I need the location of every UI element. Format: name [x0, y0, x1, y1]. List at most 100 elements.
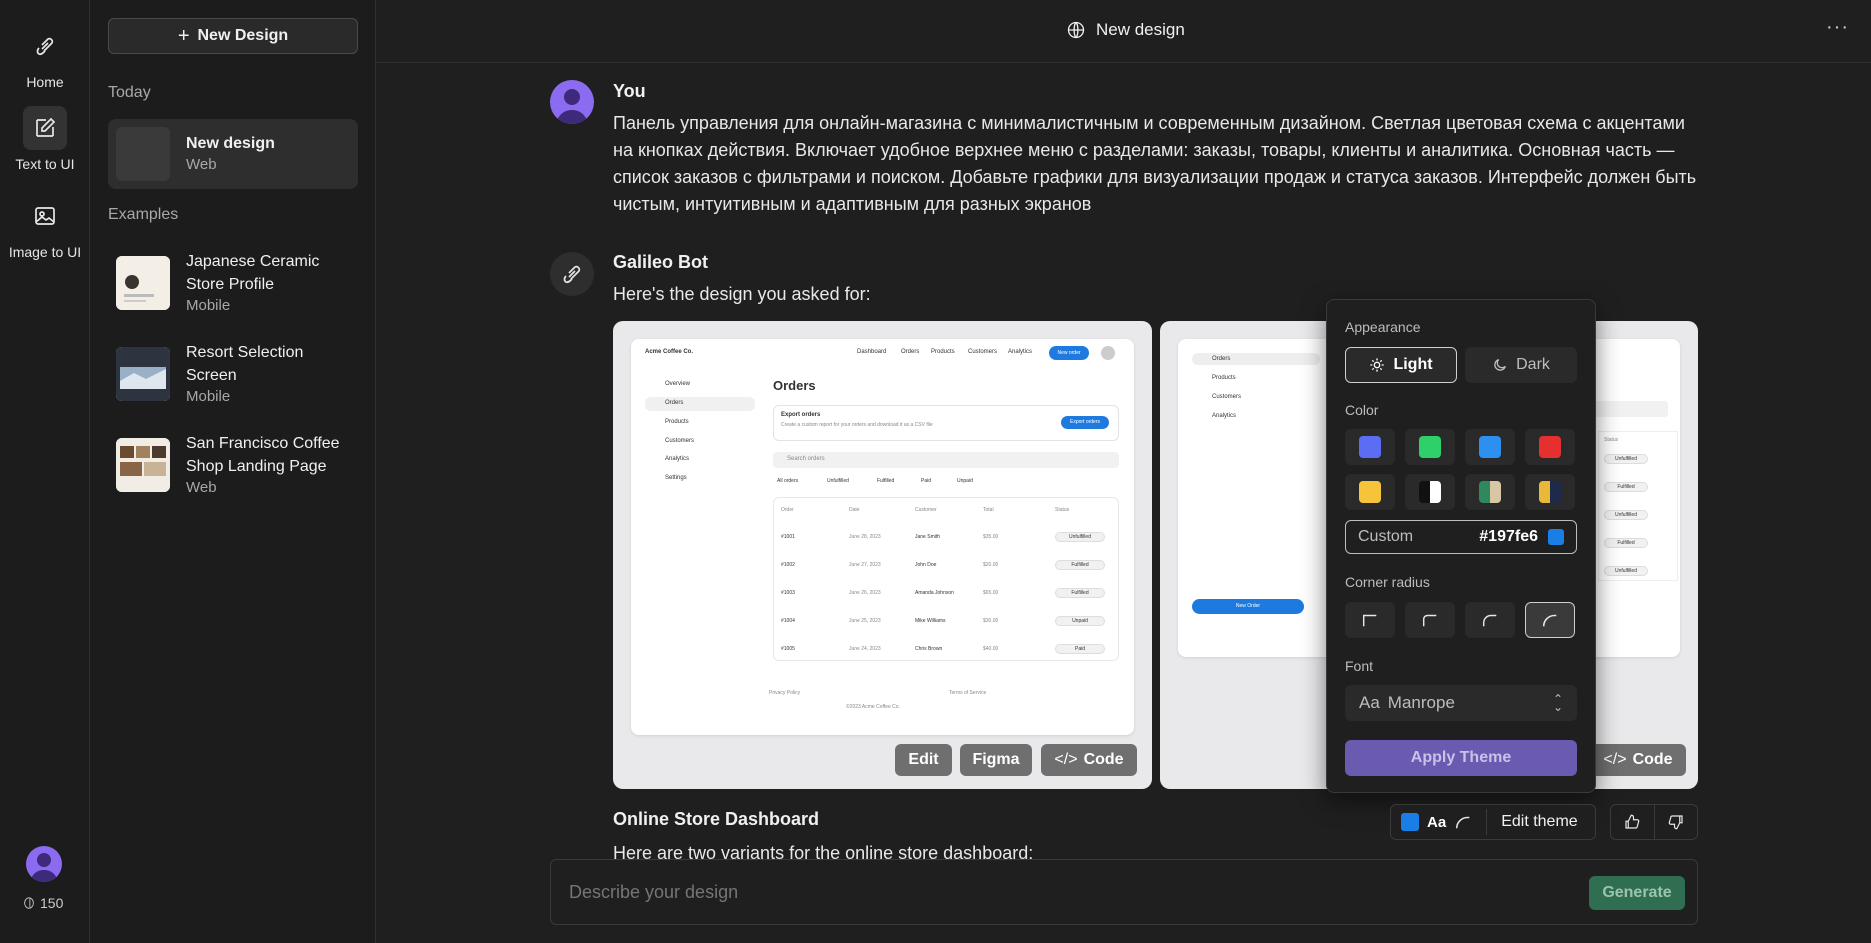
- code-button[interactable]: </> Code: [1041, 744, 1137, 776]
- corner-radius-medium[interactable]: [1465, 602, 1515, 638]
- preview-filter: Unpaid: [957, 478, 973, 484]
- preview-export-sub: Create a custom report for your orders a…: [781, 422, 933, 428]
- edit-button[interactable]: Edit: [895, 744, 952, 776]
- figma-button[interactable]: Figma: [960, 744, 1032, 776]
- user-message-avatar: [550, 80, 594, 124]
- user-avatar[interactable]: [26, 846, 62, 882]
- preview-side-item: Orders: [665, 400, 684, 406]
- edit-icon: [23, 106, 67, 150]
- custom-label: Custom: [1358, 528, 1414, 545]
- galileo-logo-icon: [563, 265, 581, 284]
- font-value: Manrope: [1387, 693, 1455, 712]
- bot-name: Galileo Bot: [613, 252, 709, 272]
- dark-mode-button[interactable]: Dark: [1465, 347, 1577, 383]
- apply-theme-button[interactable]: Apply Theme: [1345, 740, 1577, 776]
- color-swatch-blue[interactable]: [1465, 429, 1515, 465]
- plus-icon: +: [177, 24, 190, 47]
- preview-search-placeholder: Search orders: [787, 456, 825, 462]
- preview-cell: June 25, 2023: [849, 618, 881, 624]
- color-swatch-red[interactable]: [1525, 429, 1575, 465]
- theme-color-chip: [1401, 813, 1419, 831]
- history-item[interactable]: New design Web: [108, 119, 358, 189]
- preview-cell: #1003: [781, 590, 795, 596]
- preview-copyright: ©2023 Acme Coffee Co.: [846, 704, 900, 710]
- color-label: Color: [1345, 402, 1379, 418]
- preview-status: Fulfilled: [1604, 538, 1648, 548]
- example-item[interactable]: Japanese Ceramic Store Profile Mobile: [108, 250, 358, 316]
- preview-cell: Amanda Johnson: [915, 590, 954, 596]
- preview-status: Unfulfilled: [1055, 532, 1105, 542]
- preview-cell: $35.00: [983, 534, 999, 540]
- preview-cell: Mike Williams: [915, 618, 946, 624]
- preview-nav-item: Customers: [968, 349, 998, 355]
- preview-col: Status: [1604, 437, 1619, 443]
- preview-status: Fulfilled: [1055, 588, 1105, 598]
- font-label: Font: [1345, 658, 1374, 674]
- color-swatch-gold-navy[interactable]: [1525, 474, 1575, 510]
- credits-counter: 150: [22, 895, 63, 911]
- preview-cell: June 26, 2023: [849, 590, 881, 596]
- light-label: Light: [1393, 356, 1433, 373]
- preview-cell: #1005: [781, 646, 795, 652]
- example-title: San Francisco Coffee Shop Landing Page: [186, 435, 340, 475]
- light-mode-button[interactable]: Light: [1345, 347, 1457, 383]
- color-swatch-mono[interactable]: [1405, 474, 1455, 510]
- edit-theme-label: Edit theme: [1501, 813, 1578, 830]
- project-title[interactable]: New design: [1066, 20, 1185, 40]
- color-swatch-indigo[interactable]: [1345, 429, 1395, 465]
- rail-text-to-ui[interactable]: Text to UI: [0, 106, 90, 172]
- color-swatch-yellow[interactable]: [1345, 474, 1395, 510]
- preview-side-item: Analytics: [665, 456, 690, 462]
- more-options-icon[interactable]: ···: [1826, 16, 1849, 39]
- custom-color-chip: [1548, 529, 1564, 545]
- thumbs-down-icon[interactable]: [1653, 805, 1698, 839]
- generate-button[interactable]: Generate: [1589, 876, 1685, 910]
- image-icon: [23, 194, 67, 238]
- custom-color-field[interactable]: Custom #197fe6: [1345, 520, 1577, 554]
- history-sidebar: + New Design Today New design Web Exampl…: [90, 0, 376, 943]
- prompt-input[interactable]: [569, 882, 1549, 903]
- rail-image-to-ui[interactable]: Image to UI: [0, 194, 90, 260]
- preview-nav-item: Orders: [901, 349, 920, 355]
- new-design-label: New Design: [197, 27, 289, 44]
- code-button[interactable]: </> Code: [1590, 744, 1686, 776]
- preview-filter: Fulfilled: [877, 478, 895, 484]
- example-thumbnail: [116, 438, 170, 492]
- color-swatch-teal-sand[interactable]: [1465, 474, 1515, 510]
- corner-radius-small[interactable]: [1405, 602, 1455, 638]
- top-bar: New design ···: [376, 0, 1871, 63]
- design-preview-card-1[interactable]: Acme Coffee Co. Dashboard Orders Product…: [613, 321, 1152, 789]
- corner-radius-large[interactable]: [1525, 602, 1575, 638]
- preview-new-order: New Order: [1192, 599, 1304, 614]
- galileo-logo-icon: [23, 24, 67, 68]
- new-design-button[interactable]: + New Design: [108, 18, 358, 54]
- preview-side-item: Products: [1212, 375, 1236, 381]
- preview-cell: $30.00: [983, 618, 999, 624]
- credits-value: 150: [40, 895, 64, 911]
- corner-radius-label: Corner radius: [1345, 574, 1430, 590]
- preview-status: Unpaid: [1055, 616, 1105, 626]
- color-swatch-green[interactable]: [1405, 429, 1455, 465]
- example-thumbnail: [116, 347, 170, 401]
- user-name: You: [613, 81, 646, 101]
- preview-nav-item: Dashboard: [857, 349, 887, 355]
- thumbs-up-icon[interactable]: [1611, 805, 1654, 839]
- preview-side-item: Settings: [665, 475, 687, 481]
- corner-radius-icon: [1482, 614, 1497, 627]
- preview-side-item: Customers: [665, 438, 695, 444]
- preview-cell: June 24, 2023: [849, 646, 881, 652]
- corner-radius-none[interactable]: [1345, 602, 1395, 638]
- preview-nav-item: Analytics: [1008, 349, 1033, 355]
- code-icon: </>: [1603, 751, 1627, 768]
- rail-home[interactable]: Home: [0, 24, 90, 90]
- corner-radius-icon: [1422, 614, 1437, 627]
- preview-table: [773, 497, 1119, 661]
- code-icon: </>: [1054, 751, 1078, 768]
- preview-cell: Chris Brown: [915, 646, 943, 652]
- edit-theme-bar[interactable]: Aa Edit theme: [1390, 804, 1596, 840]
- font-select[interactable]: Aa Manrope ⌃ ⌄: [1345, 685, 1577, 721]
- example-item[interactable]: Resort Selection Screen Mobile: [108, 341, 358, 407]
- example-item[interactable]: San Francisco Coffee Shop Landing Page W…: [108, 432, 358, 498]
- preview-side-item: Orders: [1212, 356, 1231, 362]
- theme-popover: Appearance Light Dark Color Custom #197f…: [1326, 299, 1596, 793]
